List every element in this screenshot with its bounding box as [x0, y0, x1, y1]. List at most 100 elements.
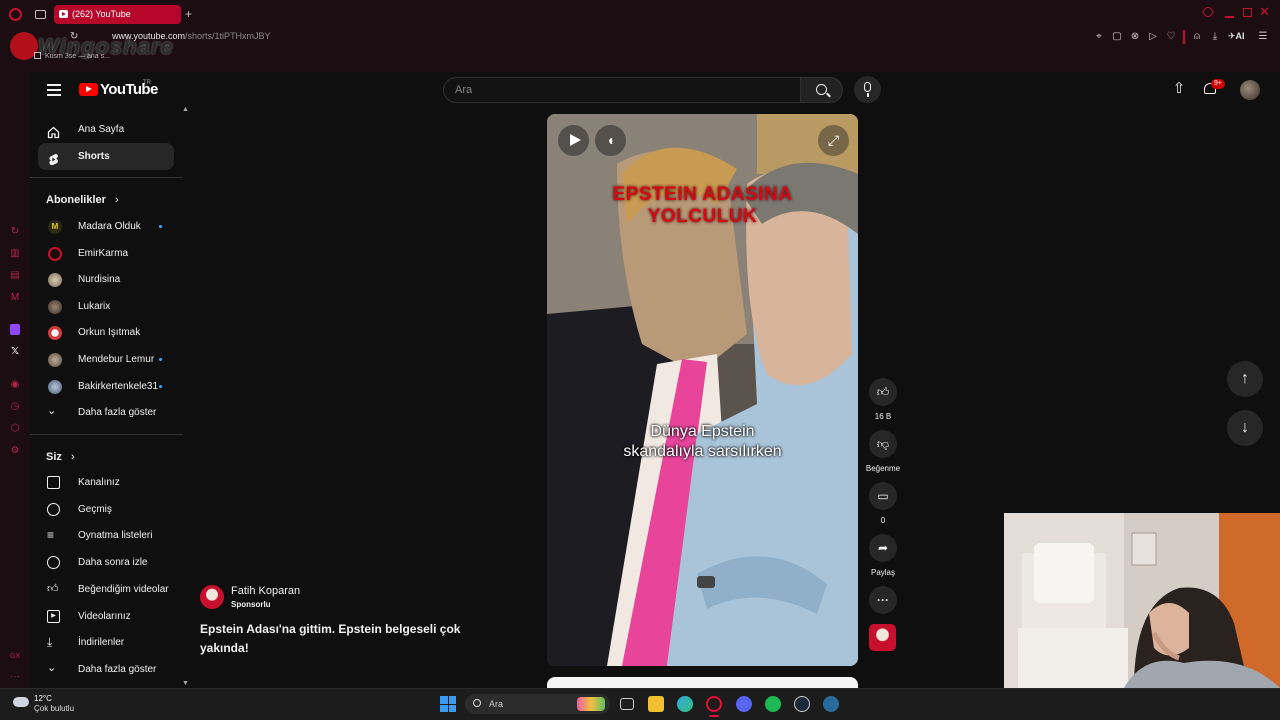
- tab-manager-icon[interactable]: [35, 10, 46, 19]
- webcam-overlay: [1004, 513, 1280, 688]
- downloads-icon[interactable]: ⤓: [1209, 30, 1221, 44]
- sidebar-item-your-videos[interactable]: ▶ Videolarınız: [38, 603, 174, 630]
- you-heading[interactable]: Siz ›: [46, 451, 75, 463]
- sidebar-item-shorts[interactable]: Shorts: [38, 143, 174, 170]
- taskbar-search[interactable]: Ara: [465, 694, 610, 714]
- more-sidebar-icon[interactable]: ···: [9, 671, 21, 683]
- subscriptions-heading[interactable]: Abonelikler ›: [46, 194, 119, 206]
- opera-logo-icon[interactable]: [9, 8, 22, 21]
- discord-icon[interactable]: [736, 696, 752, 712]
- sidebar-sub-bakirkertenkele31[interactable]: Bakirkertenkele31: [38, 373, 174, 400]
- app-settings-icon[interactable]: [823, 696, 839, 712]
- steam-icon[interactable]: [794, 696, 810, 712]
- extensions-icon[interactable]: ⬡: [9, 423, 21, 435]
- voice-search-button[interactable]: [854, 76, 881, 103]
- edge-icon[interactable]: [677, 696, 693, 712]
- sidebar-item-home[interactable]: Ana Sayfa: [38, 116, 174, 143]
- short-video-player[interactable]: EPSTEIN ADASINA YOLCULUK Dünya Epstein s…: [547, 114, 858, 666]
- fullscreen-button[interactable]: ⤢: [818, 125, 849, 156]
- sidebar-sub-mendebur-lemur[interactable]: Mendebur Lemur: [38, 346, 174, 373]
- play-button[interactable]: [558, 125, 589, 156]
- windows-start-icon[interactable]: [440, 696, 456, 712]
- sidebar-scroll-up-icon[interactable]: ▲: [182, 106, 189, 113]
- sidebar-scroll-down-icon[interactable]: ▼: [182, 680, 189, 687]
- search-tabs-icon[interactable]: [1203, 7, 1213, 17]
- sidebar-subscriptions-more[interactable]: ⌄ Daha fazla göster: [38, 399, 174, 426]
- sidebar-sub-lukarix[interactable]: Lukarix: [38, 293, 174, 320]
- reload-icon[interactable]: ↻: [70, 31, 78, 42]
- easy-setup-icon[interactable]: ☰: [1257, 30, 1269, 44]
- file-explorer-icon[interactable]: [648, 696, 664, 712]
- tab-youtube[interactable]: (262) YouTube: [54, 5, 181, 24]
- sidebar-item-downloads[interactable]: ⤓ İndirilenler: [38, 629, 174, 656]
- search-input[interactable]: Ara: [443, 77, 801, 103]
- sidebar-item-label: Oynatma listeleri: [78, 530, 153, 541]
- player-icon[interactable]: ▷: [1147, 30, 1159, 44]
- dislike-button[interactable]: 👎︎: [869, 430, 897, 458]
- twitch-icon[interactable]: [10, 324, 20, 335]
- like-button[interactable]: 👍︎: [869, 378, 897, 406]
- tulip-decoration-icon: [577, 697, 605, 711]
- url-text[interactable]: www.youtube.com/shorts/1tiPTHxmJBY: [112, 31, 271, 41]
- aria-ai-button[interactable]: ✈AI: [1228, 31, 1245, 42]
- close-icon[interactable]: ✕: [1259, 4, 1270, 20]
- youtube-logo-icon[interactable]: [79, 83, 98, 96]
- new-content-dot: [159, 225, 162, 228]
- sidebar-sub-madara-olduk[interactable]: M Madara Olduk: [38, 213, 174, 240]
- maximize-icon[interactable]: [1243, 8, 1252, 17]
- next-short-button[interactable]: ↓: [1227, 410, 1263, 446]
- sidebar-item-history[interactable]: Geçmiş: [38, 496, 174, 523]
- sidebar-you-more[interactable]: ⌄ Daha fazla göster: [38, 656, 174, 683]
- weather-widget[interactable]: 12°C Çok bulutlu: [11, 692, 101, 718]
- sidebar-item-label: EmirKarma: [78, 248, 129, 259]
- play-icon: [570, 134, 581, 146]
- opera-gx-icon[interactable]: [706, 696, 722, 712]
- speed-dial-icon[interactable]: ↻: [9, 226, 21, 238]
- sidebar-sub-nurdisina[interactable]: Nurdisina: [38, 266, 174, 293]
- channel-name[interactable]: Fatih Koparan: [231, 585, 300, 597]
- new-content-dot: [159, 385, 162, 388]
- notifications-button[interactable]: 9+: [1203, 79, 1225, 97]
- mute-button[interactable]: ◖: [595, 125, 626, 156]
- minimize-icon[interactable]: [1225, 16, 1234, 18]
- more-icon: ···: [877, 593, 889, 607]
- heart-icon[interactable]: ♡: [1165, 30, 1177, 44]
- x-twitter-icon[interactable]: 𝕏: [9, 346, 21, 358]
- sidebar-item-watch-later[interactable]: Daha sonra izle: [38, 549, 174, 576]
- arrow-down-icon: ↓: [1241, 419, 1249, 436]
- gx-icon[interactable]: GX: [9, 651, 21, 663]
- shield-icon[interactable]: ⊗: [1129, 30, 1141, 44]
- player-sidebar-icon[interactable]: ◉: [9, 379, 21, 391]
- temperature: 12°C: [34, 694, 52, 703]
- bag-icon[interactable]: ▥: [9, 248, 21, 260]
- upload-button[interactable]: ⇧: [1171, 81, 1187, 98]
- mail-icon[interactable]: M: [9, 292, 21, 304]
- account-avatar[interactable]: [1240, 80, 1260, 100]
- sidebar-item-playlists[interactable]: ≡ Oynatma listeleri: [38, 522, 174, 549]
- messenger-icon[interactable]: ▤: [9, 270, 21, 282]
- menu-hamburger-icon[interactable]: [47, 84, 61, 96]
- pin-icon[interactable]: ⌖: [1093, 30, 1105, 44]
- channel-avatar: [48, 247, 62, 261]
- snapshot-icon[interactable]: ▢: [1111, 30, 1123, 44]
- comments-button[interactable]: ▭: [869, 482, 897, 510]
- tab-title: (262) YouTube: [72, 9, 131, 19]
- share-button[interactable]: ➦: [869, 534, 897, 562]
- new-tab-button[interactable]: +: [185, 7, 192, 21]
- search-button[interactable]: [800, 77, 843, 103]
- sidebar-sub-orkun-isitmak[interactable]: Orkun Işıtmak: [38, 319, 174, 346]
- spotify-icon[interactable]: [765, 696, 781, 712]
- sidebar-item-your-channel[interactable]: Kanalınız: [38, 469, 174, 496]
- previous-short-button[interactable]: ↑: [1227, 361, 1263, 397]
- task-view-icon[interactable]: [620, 698, 634, 710]
- profile-icon[interactable]: ⍝: [1191, 30, 1203, 44]
- settings-icon[interactable]: ⚙: [9, 445, 21, 457]
- history-sidebar-icon[interactable]: ◷: [9, 401, 21, 413]
- sidebar-item-liked-videos[interactable]: 👍︎ Beğendiğim videolar: [38, 576, 174, 603]
- description-line2: yakında!: [200, 641, 249, 655]
- channel-avatar-large[interactable]: [200, 585, 224, 609]
- more-options-button[interactable]: ···: [869, 586, 897, 614]
- sidebar-sub-emirkarma[interactable]: EmirKarma: [38, 240, 174, 267]
- separator: [1183, 30, 1185, 44]
- sound-source-thumbnail[interactable]: [869, 624, 896, 651]
